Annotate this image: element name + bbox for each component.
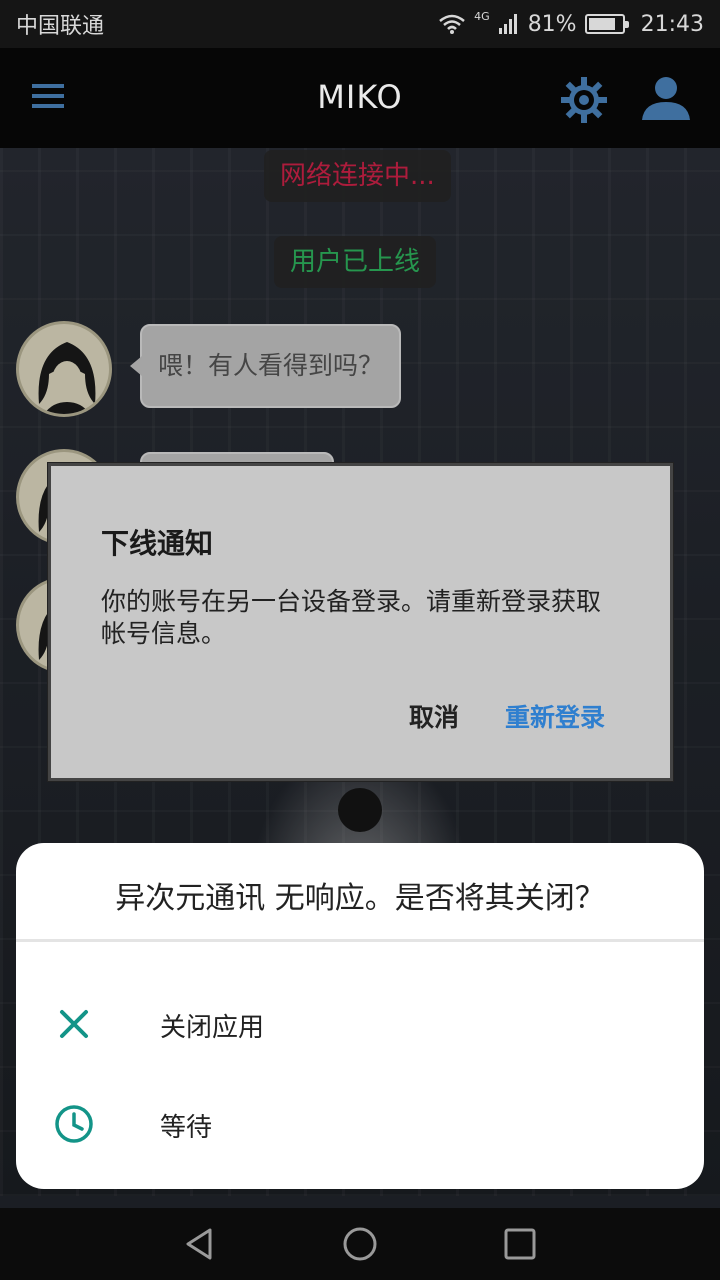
battery-icon [584,14,629,34]
anr-title: 异次元通讯 无响应。是否将其关闭？ [115,881,605,916]
relogin-button[interactable]: 重新登录 [505,698,605,734]
network-type-label: 4G [474,9,490,23]
navigation-bar [0,1208,720,1280]
user-icon[interactable] [640,74,692,122]
wait-option[interactable]: 等待 [16,1079,704,1169]
clock-icon [55,1105,93,1143]
close-app-label: 关闭应用 [160,1013,265,1043]
cancel-button[interactable]: 取消 [409,698,459,734]
wifi-icon [439,14,465,34]
app-title: MIKO [317,78,403,116]
dialog-title: 下线通知 [101,527,214,560]
status-bar: 中国联通 4G 81% 21:43 [0,0,720,48]
wait-label: 等待 [160,1113,213,1143]
dialog-message: 你的账号在另一台设备登录。请重新登录获取帐号信息。 [101,587,602,648]
offline-dialog: 下线通知 你的账号在另一台设备登录。请重新登录获取帐号信息。 取消 重新登录 [48,463,673,781]
app-bar: MIKO [0,48,720,148]
signal-icon [498,14,517,34]
anr-dialog: 异次元通讯 无响应。是否将其关闭？ 关闭应用 等待 [16,843,704,1189]
close-app-option[interactable]: 关闭应用 [16,979,704,1069]
gear-icon[interactable] [560,76,608,124]
home-icon[interactable] [340,1226,380,1262]
back-icon[interactable] [180,1226,220,1262]
clock-time: 21:43 [640,11,704,37]
battery-percent: 81% [527,11,577,37]
close-icon [60,1010,88,1038]
carrier-label: 中国联通 [16,14,105,39]
status-icons: 4G 81% 21:43 [438,9,704,37]
divider [16,939,704,942]
recents-icon[interactable] [500,1226,540,1262]
